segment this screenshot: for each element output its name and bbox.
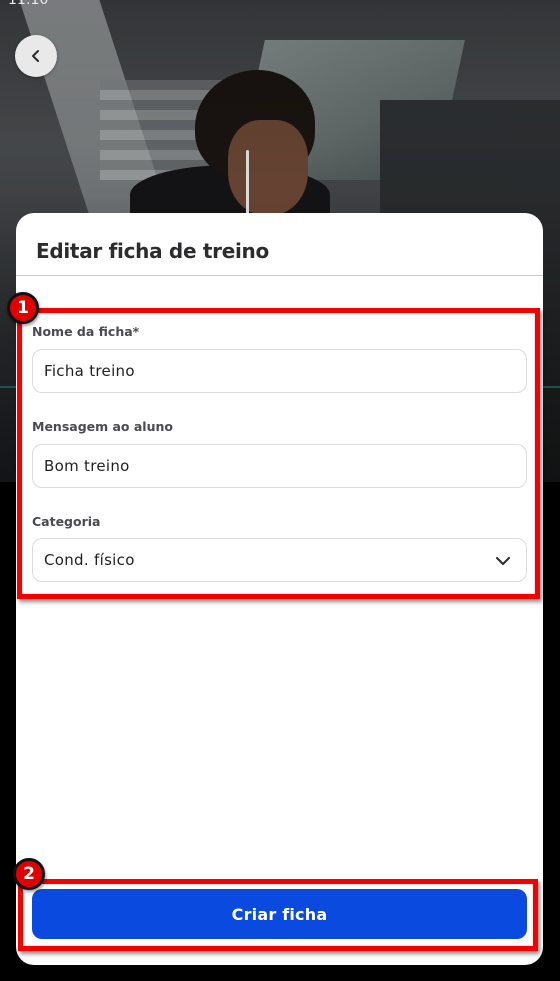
annotation-badge-2: 2 (13, 858, 45, 890)
annotation-box-1 (17, 308, 540, 599)
annotation-box-2 (18, 879, 538, 951)
sheet-title: Editar ficha de treino (36, 239, 269, 263)
divider (16, 275, 543, 276)
annotation-badge-1: 1 (7, 292, 39, 324)
chevron-left-icon (32, 50, 39, 62)
back-button[interactable] (15, 35, 57, 77)
status-bar-time: 11:10 (8, 0, 49, 8)
